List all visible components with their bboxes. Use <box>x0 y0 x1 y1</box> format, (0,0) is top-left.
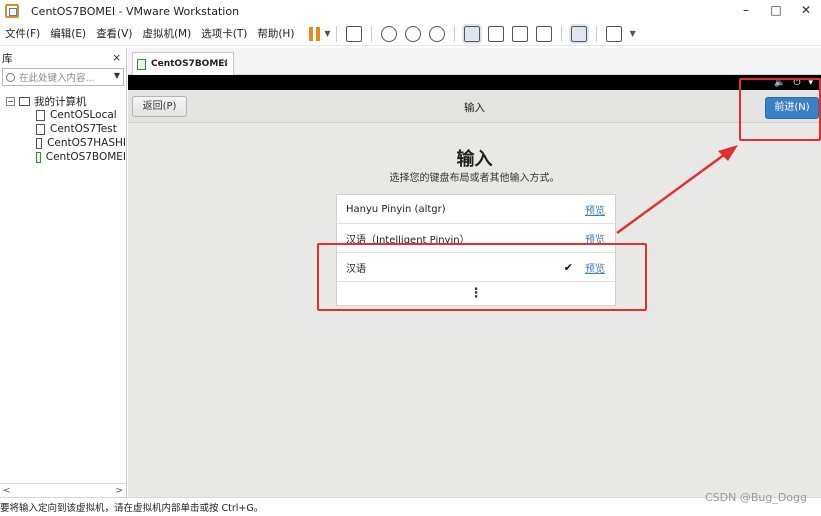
watermark: CSDN @Bug_Dogg <box>704 491 807 504</box>
status-text: 要将输入定向到该虚拟机，请在虚拟机内部单击或按 Ctrl+G。 <box>0 503 264 514</box>
status-bar: 要将输入定向到该虚拟机，请在虚拟机内部单击或按 Ctrl+G。 <box>0 497 821 516</box>
annotation-arrow-line <box>616 150 729 235</box>
annotation-arrow <box>616 145 738 235</box>
